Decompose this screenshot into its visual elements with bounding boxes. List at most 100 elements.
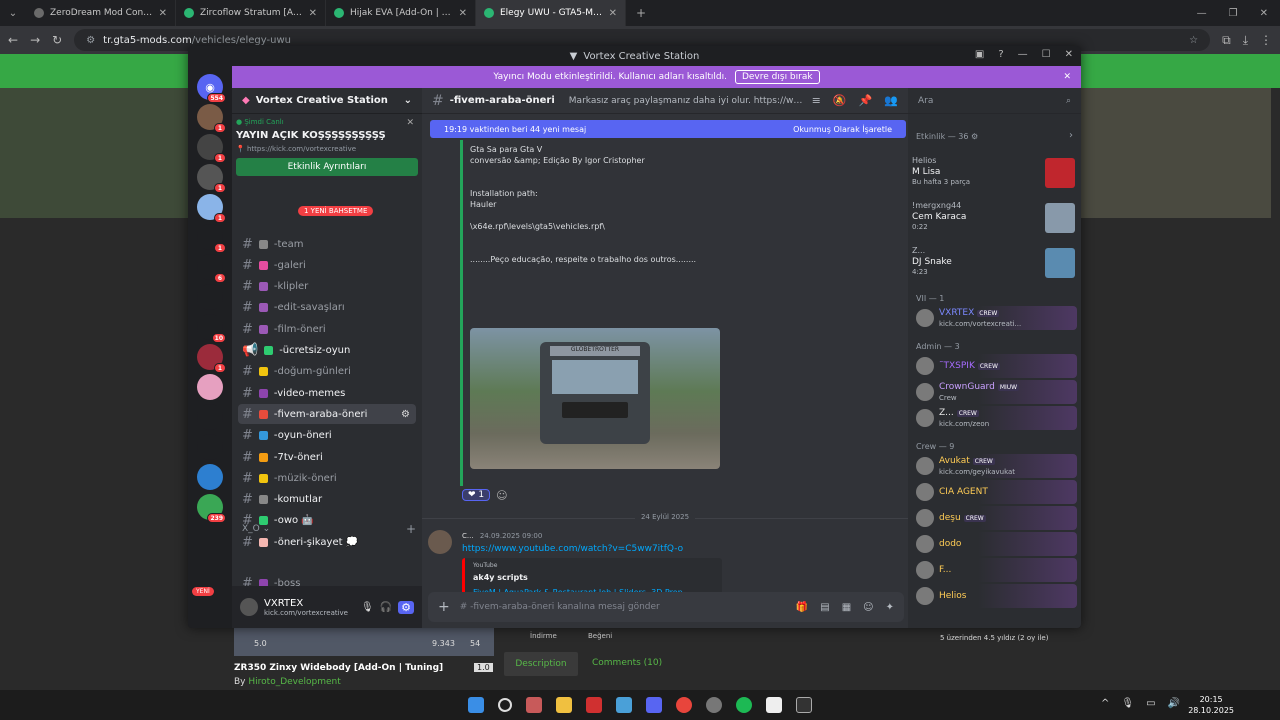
member-item[interactable]: deşu CREW [912, 506, 1077, 530]
server-icon[interactable] [197, 434, 223, 460]
activity-card[interactable]: Helios M Lisa Bu hafta 3 parça [912, 156, 1077, 194]
new-messages-bar[interactable]: 19:19 vaktinden beri 44 yeni mesaj Okunm… [430, 120, 906, 138]
add-channel-icon[interactable]: + [406, 522, 416, 536]
server-icon[interactable]: 1 [197, 104, 226, 133]
clock-time[interactable]: 20:15 [1188, 694, 1234, 705]
server-icon[interactable] [197, 374, 223, 400]
start-icon[interactable] [468, 697, 484, 713]
app-icon[interactable] [616, 697, 632, 713]
emoji-icon[interactable]: ☺ [863, 602, 873, 613]
app-icon[interactable] [586, 697, 602, 713]
category-xo[interactable]: X_O ⌄ [242, 524, 270, 534]
channel-item[interactable]: # -klipler [238, 277, 416, 297]
server-icon[interactable] [197, 404, 223, 430]
reaction-heart[interactable]: ❤ 1 [462, 489, 491, 501]
channel-item[interactable]: # -öneri-şikayet 💭 [238, 532, 416, 552]
apps-icon[interactable]: ✦ [886, 602, 894, 613]
tab-close-icon[interactable]: ✕ [309, 8, 317, 19]
gif-icon[interactable]: ▤ [820, 602, 829, 613]
browser-tab[interactable]: ZeroDream Mod Converter | GTA ✕ [26, 0, 176, 26]
bookmark-icon[interactable]: ☆ [1189, 35, 1198, 46]
server-icon[interactable] [197, 284, 223, 310]
mute-bell-icon[interactable]: 🔕 [833, 94, 847, 107]
server-icon[interactable]: 6 [197, 254, 226, 283]
app-icon[interactable] [706, 697, 722, 713]
gift-icon[interactable]: 🎁 [796, 602, 808, 613]
channel-item[interactable]: # -edit-savaşları [238, 298, 416, 318]
chevron-right-icon[interactable]: › [1069, 130, 1073, 141]
maximize-icon[interactable]: ☐ [1042, 49, 1051, 60]
close-icon[interactable]: ✕ [1065, 49, 1073, 60]
volume-icon[interactable]: 🔊 [1168, 698, 1180, 709]
channel-item[interactable]: # -film-öneri [238, 319, 416, 339]
microphone-icon[interactable]: 🎙 [361, 602, 374, 613]
server-icon[interactable]: 239 [197, 494, 226, 523]
browser-tab[interactable]: Elegy UWU - GTA5-Mods.com ✕ [476, 0, 626, 26]
browser-tab[interactable]: Hijak EVA [Add-On | Liveries] - ✕ [326, 0, 476, 26]
server-icon[interactable]: 1 [197, 134, 226, 163]
channel-item[interactable]: # -7tv-öneri [238, 447, 416, 467]
server-header[interactable]: ◆ Vortex Creative Station ⌄ [232, 88, 422, 114]
pin-icon[interactable]: 📌 [859, 94, 873, 107]
channel-item[interactable]: # -team [238, 234, 416, 254]
member-item[interactable]: Z... CREW kick.com/zeon [912, 406, 1077, 430]
headphones-icon[interactable]: 🎧 [380, 602, 392, 613]
back-icon[interactable]: ← [8, 33, 18, 47]
settings-icon[interactable]: ⚙ [398, 600, 414, 614]
new-mention-badge[interactable]: 1 YENİ BAHSETME [298, 206, 374, 216]
member-item[interactable]: dodo [912, 532, 1077, 556]
server-icon[interactable]: 1 [197, 344, 226, 373]
chevron-down-icon[interactable]: ⌄ [404, 95, 412, 106]
maximize-icon[interactable]: ❐ [1229, 8, 1238, 19]
activity-card[interactable]: !mergxng44 Cem Karaca 0:22 [912, 201, 1077, 239]
minimize-icon[interactable]: — [1018, 49, 1028, 60]
app-icon[interactable] [796, 697, 812, 713]
extensions-icon[interactable]: ⧉ [1222, 33, 1231, 48]
member-item[interactable]: Avukat CREW kick.com/geyikavukat [912, 454, 1077, 478]
channel-item[interactable]: 📢 -ücretsiz-oyun [238, 341, 416, 361]
site-card-title[interactable]: ZR350 Zinxy Widebody [Add-On | Tuning] [234, 663, 443, 673]
channel-item[interactable]: # -doğum-günleri [238, 362, 416, 382]
menu-icon[interactable]: ⋮ [1260, 33, 1272, 47]
new-tab-button[interactable]: + [626, 6, 656, 20]
event-details-button[interactable]: Etkinlik Ayrıntıları [236, 158, 418, 176]
truck-image[interactable]: GLOBETROTTER [470, 328, 720, 469]
server-icon[interactable]: 1 [197, 224, 226, 253]
member-item[interactable]: CrownGuard MIUW Crew [912, 380, 1077, 404]
server-icon[interactable] [197, 464, 223, 490]
threads-icon[interactable]: ≡ [812, 94, 821, 107]
member-item[interactable]: F... [912, 558, 1077, 582]
channel-item[interactable]: # -oyun-öneri [238, 426, 416, 446]
live-url[interactable]: 📍 https://kick.com/vortexcreative [236, 145, 418, 153]
event-close-icon[interactable]: ✕ [406, 118, 414, 128]
site-card-author[interactable]: Hiroto_Development [248, 677, 340, 687]
server-icon[interactable]: ◉ 554 [197, 74, 226, 103]
clock-date[interactable]: 28.10.2025 [1188, 705, 1234, 716]
tab-close-icon[interactable]: ✕ [459, 8, 467, 19]
spotify-icon[interactable] [736, 697, 752, 713]
server-icon[interactable]: 10 [197, 314, 226, 343]
site-card-thumb[interactable] [234, 628, 494, 656]
browser-tab[interactable]: Zircoflow Stratum [Add-On | Sou ✕ [176, 0, 326, 26]
channel-item[interactable]: # -müzik-öneri [238, 468, 416, 488]
tab-close-icon[interactable]: ✕ [609, 8, 617, 19]
mark-read-button[interactable]: Okunmuş Olarak İşaretle [793, 125, 892, 134]
notion-icon[interactable] [766, 697, 782, 713]
reload-icon[interactable]: ↻ [52, 33, 62, 47]
sticker-icon[interactable]: ▦ [842, 602, 851, 613]
channel-item[interactable]: # -video-memes [238, 383, 416, 403]
chrome-icon[interactable] [676, 697, 692, 713]
member-item[interactable]: ˜TXSPIK CREW [912, 354, 1077, 378]
avatar[interactable] [428, 530, 452, 554]
member-item[interactable]: Helios [912, 584, 1077, 608]
channel-item[interactable]: # -galeri [238, 255, 416, 275]
attach-plus-icon[interactable]: + [438, 599, 450, 615]
disable-streamer-button[interactable]: Devre dışı bırak [734, 70, 820, 84]
message-author[interactable]: C... [462, 532, 474, 540]
channel-item[interactable]: # -fivem-araba-öneri ⚙ [238, 404, 416, 425]
server-icon[interactable]: 1 [197, 194, 226, 223]
search-input[interactable]: Ara ⌕ [908, 88, 1081, 114]
message-composer[interactable]: + # -fivem-araba-öneri kanalına mesaj gö… [428, 592, 904, 622]
channel-settings-icon[interactable]: ⚙ [401, 409, 416, 420]
mic-icon[interactable]: 🎙 [1121, 698, 1134, 709]
